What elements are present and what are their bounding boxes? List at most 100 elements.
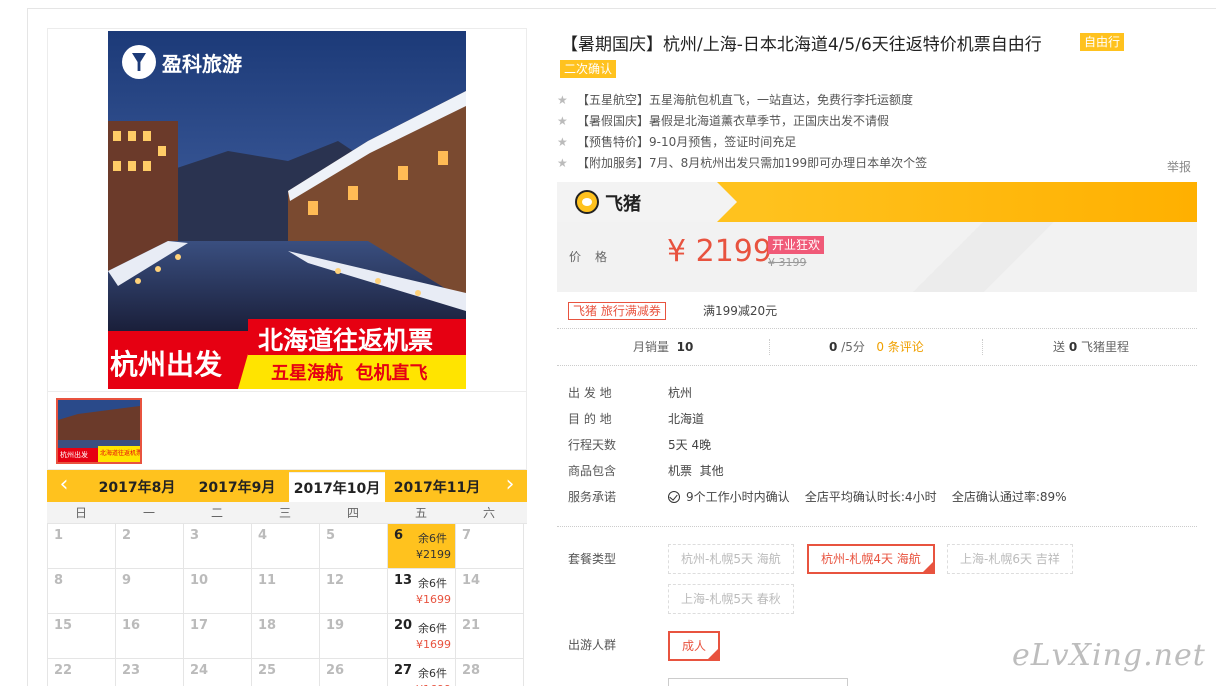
- section-divider: [557, 526, 1197, 527]
- calendar-day: 7: [456, 524, 524, 569]
- day-number: 5: [326, 528, 336, 543]
- promo-badge: 开业狂欢: [768, 236, 825, 254]
- calendar-month-tab[interactable]: 2017年8月: [89, 472, 185, 502]
- miles-value: 0: [1068, 340, 1078, 354]
- day-number: 21: [462, 618, 481, 633]
- traveler-option-selected[interactable]: 成人: [668, 631, 721, 661]
- day-stock: 余6件: [418, 622, 447, 635]
- attr-duration: 行程天数 5天 4晚: [568, 432, 1188, 458]
- calendar-month-tab-active[interactable]: 2017年10月: [289, 472, 385, 502]
- calendar-day: 28: [456, 659, 524, 686]
- attr-key: 服务承诺: [568, 490, 617, 504]
- calendar-month-tab[interactable]: 2017年11月: [389, 472, 485, 502]
- thumbnail-1[interactable]: 杭州出发 北海道往返机票: [56, 398, 142, 464]
- day-number: 4: [258, 528, 268, 543]
- day-number: 14: [462, 573, 481, 588]
- day-number: 2: [122, 528, 132, 543]
- weekday-label: 二: [210, 506, 223, 520]
- coupon-tag[interactable]: 飞猪 旅行满减券: [568, 302, 666, 320]
- attr-key: 行程天数: [568, 438, 617, 452]
- calendar-day-available[interactable]: 20 余6件 ¥1699: [388, 614, 456, 659]
- attr-value: 杭州: [668, 386, 693, 400]
- miles-suffix: 飞猪里程: [1081, 340, 1130, 354]
- thumbnail-text-left: 杭州出发: [60, 451, 88, 459]
- attr-value-wrap: 9个工作小时内确认 全店平均确认时长:4小时 全店确认通过率:89%: [668, 484, 1067, 510]
- attr-key: 出 发 地: [568, 386, 612, 400]
- calendar-day: 8: [48, 569, 116, 614]
- day-number: 1: [54, 528, 64, 543]
- price-label: 价格: [569, 250, 622, 264]
- brand-logo: 盈科旅游: [122, 45, 242, 79]
- calendar-day: 10: [184, 569, 252, 614]
- second-confirm-tag: 二次确认: [560, 60, 617, 78]
- calendar-month-tab[interactable]: 2017年9月: [189, 472, 285, 502]
- calendar-day: 18: [252, 614, 320, 659]
- day-number: 11: [258, 573, 277, 588]
- calendar-day: 19: [320, 614, 388, 659]
- calendar-day-available[interactable]: 27余6件¥1699: [388, 659, 456, 686]
- banner-title: 北海道往返机票: [258, 326, 434, 355]
- calendar-day: 21: [456, 614, 524, 659]
- day-number: 25: [258, 663, 277, 678]
- attr-key: 商品包含: [568, 464, 617, 478]
- weekday-label: 三: [278, 506, 291, 520]
- feature-text: 【预售特价】9-10月预售，签证时间充足: [577, 135, 797, 149]
- original-price: ¥ 3199: [768, 256, 807, 269]
- calendar-day: 24: [184, 659, 252, 686]
- report-link[interactable]: 举报: [1167, 158, 1191, 175]
- day-price: ¥1699: [416, 638, 451, 651]
- review-count-link[interactable]: 0 条评论: [876, 340, 923, 354]
- calendar-day: 26: [320, 659, 388, 686]
- attr-departure: 出 发 地 杭州: [568, 380, 1188, 406]
- rating: 0 /5分 0 条评论: [829, 329, 924, 365]
- weekday-label: 五: [414, 506, 427, 520]
- fliggy-logo-text: 飞猪: [605, 194, 641, 215]
- attr-value: 5天 4晚: [668, 438, 712, 452]
- price-calendar: ‹ 2017年8月 2017年9月 2017年10月 2017年11月 › 日 …: [47, 470, 527, 686]
- brand-bar: 飞猪: [557, 182, 1197, 222]
- product-attributes: 出 发 地 杭州 目 的 地 北海道 行程天数 5天 4晚 商品包含 机票 其他 服务承…: [568, 380, 1188, 510]
- day-number: 15: [54, 618, 73, 633]
- star-icon: ★: [557, 156, 568, 170]
- next-option-box[interactable]: [668, 678, 848, 686]
- day-number: 16: [122, 618, 141, 633]
- price-box: 价格 ¥ 2199 开业狂欢 ¥ 3199: [557, 222, 1197, 292]
- miles-prefix: 送: [1053, 340, 1066, 354]
- monthly-sales-label: 月销量: [633, 340, 670, 354]
- calendar-day: 4: [252, 524, 320, 569]
- calendar-day-available[interactable]: 13 余6件 ¥1699: [388, 569, 456, 614]
- feature-item: ★ 【预售特价】9-10月预售，签证时间充足: [557, 132, 1197, 153]
- package-option[interactable]: 上海-札幌5天 春秋: [668, 584, 794, 614]
- package-option[interactable]: 杭州-札幌5天 海航: [668, 544, 794, 574]
- weekday-label: 日: [74, 506, 87, 520]
- day-number: 17: [190, 618, 209, 633]
- attr-service: 服务承诺 9个工作小时内确认 全店平均确认时长:4小时 全店确认通过率:89%: [568, 484, 1188, 510]
- watermark: eLvXing.net: [1012, 638, 1206, 673]
- attr-value: 机票 其他: [668, 464, 724, 478]
- stats-separator: [769, 339, 770, 355]
- attr-value: 9个工作小时内确认 全店平均确认时长:4小时 全店确认通过率:89%: [686, 490, 1067, 504]
- calendar-weekdays: 日 一 二 三 四 五 六: [47, 502, 527, 524]
- calendar-day: 9: [116, 569, 184, 614]
- feature-list: ★ 【五星航空】五星海航包机直飞，一站直达，免费行李托运额度 ★ 【暑假国庆】暑假是…: [557, 90, 1197, 174]
- thumbnail-strip: 杭州出发 北海道往返机票: [48, 391, 526, 469]
- feature-item: ★ 【五星航空】五星海航包机直飞，一站直达，免费行李托运额度: [557, 90, 1197, 111]
- brand-bar-arrow: [717, 182, 737, 222]
- day-number: 12: [326, 573, 345, 588]
- calendar-day: 12: [320, 569, 388, 614]
- calendar-day: 5: [320, 524, 388, 569]
- day-stock: 余6件: [418, 532, 447, 545]
- thumbnail-text-right: 北海道往返机票: [100, 450, 142, 457]
- calendar-prev-arrow-icon[interactable]: ‹: [53, 474, 75, 498]
- package-option-selected[interactable]: 杭州-札幌4天 海航: [807, 544, 935, 574]
- attr-value: 北海道: [668, 412, 705, 426]
- main-product-image[interactable]: 盈科旅游 北海道往返机票 杭州出发 五星海航 包机直飞: [108, 31, 466, 389]
- calendar-next-arrow-icon[interactable]: ›: [499, 474, 521, 498]
- feature-text: 【五星航空】五星海航包机直飞，一站直达，免费行李托运额度: [577, 93, 914, 107]
- calendar-day-selected[interactable]: 6 余6件 ¥2199: [388, 524, 456, 569]
- package-type-label: 套餐类型: [568, 552, 617, 566]
- package-option[interactable]: 上海-札幌6天 吉祥: [947, 544, 1073, 574]
- day-number: 10: [190, 573, 209, 588]
- feature-text: 【暑假国庆】暑假是北海道薰衣草季节，正国庆出发不请假: [577, 114, 890, 128]
- day-number: 28: [462, 663, 481, 678]
